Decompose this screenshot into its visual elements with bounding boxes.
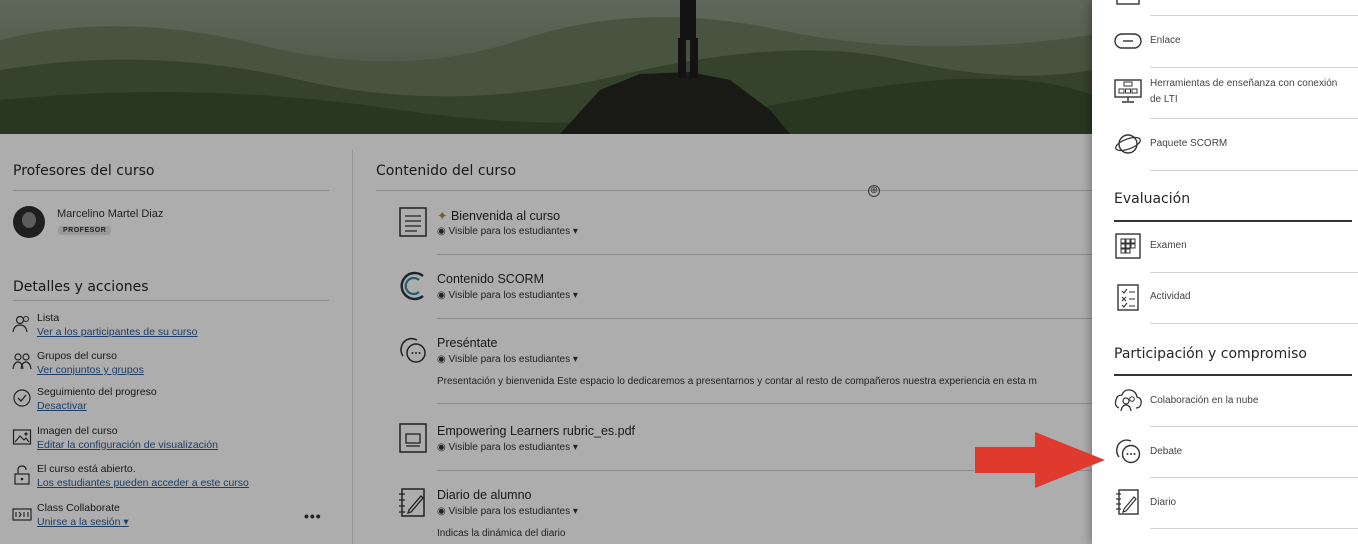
content-item-description: Presentación y bienvenida Este espacio l… <box>437 376 1037 387</box>
avatar[interactable] <box>13 206 45 238</box>
pin-icon: ✦ <box>437 209 448 223</box>
panel-item-label: Actividad <box>1150 291 1191 302</box>
roster-link[interactable]: Ver a los participantes de su curso <box>37 326 198 338</box>
participation-heading: Participación y compromiso <box>1114 346 1307 362</box>
journal-icon <box>399 488 425 517</box>
detail-title: Class Collaborate <box>37 502 120 514</box>
eye-icon: ◉ <box>437 290 446 301</box>
divider <box>13 300 329 301</box>
panel-item-label-line2: de LTI <box>1150 94 1178 105</box>
heading-underline <box>1114 374 1352 376</box>
image-icon <box>12 429 32 445</box>
welcome-title: Bienvenida al curso <box>450 209 561 223</box>
groups-link[interactable]: Ver conjuntos y grupos <box>37 364 144 376</box>
visibility-dropdown[interactable]: ◉ Visible para los estudiantes ▾ <box>437 442 578 453</box>
document-icon <box>399 207 427 237</box>
document-icon <box>1116 0 1140 5</box>
divider <box>1150 477 1358 478</box>
red-arrow-annotation <box>975 432 1105 488</box>
eye-icon: ◉ <box>437 226 446 237</box>
users-icon <box>12 315 29 333</box>
lti-icon <box>1114 79 1142 103</box>
divider <box>376 190 1092 191</box>
cloud-collab-icon <box>1114 389 1142 412</box>
visibility-label: Visible para los estudiantes <box>448 506 571 517</box>
role-badge: PROFESOR <box>58 226 112 235</box>
divider <box>1150 67 1358 68</box>
detail-title: Lista <box>37 312 60 324</box>
eye-icon: ◉ <box>437 354 446 365</box>
add-content-button[interactable]: ⊕ <box>868 185 880 197</box>
panel-item-label: Colaboración en la nube <box>1150 395 1259 406</box>
divider <box>437 318 1117 319</box>
assignment-icon <box>1117 284 1139 311</box>
divider <box>437 403 1117 404</box>
content-item-title[interactable]: Empowering Learners rubric_es.pdf <box>437 424 635 438</box>
image-settings-link[interactable]: Editar la configuración de visualización <box>37 439 218 451</box>
panel-item-label: Examen <box>1150 240 1187 251</box>
exam-icon <box>1115 233 1141 259</box>
link-icon <box>1114 33 1142 49</box>
content-item-title[interactable]: ✦ Bienvenida al curso <box>437 208 560 223</box>
course-banner-image <box>0 0 1092 134</box>
visibility-dropdown[interactable]: ◉ Visible para los estudiantes ▾ <box>437 290 578 301</box>
unlock-icon <box>14 465 30 485</box>
content-item-description: Indicas la dinámica del diario <box>437 528 566 539</box>
heading-underline <box>1114 220 1352 222</box>
visibility-dropdown[interactable]: ◉ Visible para los estudiantes ▾ <box>437 226 578 237</box>
create-item-panel: Enlace Herramientas de enseñanza con con… <box>1092 0 1358 544</box>
divider <box>1150 528 1358 529</box>
panel-item-label: Enlace <box>1150 35 1181 46</box>
join-session-label: Unirse a la sesión <box>37 516 121 528</box>
journal-icon <box>1116 489 1139 515</box>
divider <box>1150 426 1358 427</box>
panel-item-label: Debate <box>1150 446 1183 457</box>
discussion-icon <box>1116 439 1141 464</box>
left-column: Profesores del curso Marcelino Martel Di… <box>0 134 352 544</box>
visibility-label: Visible para los estudiantes <box>448 290 571 301</box>
collaborate-icon <box>12 508 32 521</box>
course-open-link[interactable]: Los estudiantes pueden acceder a este cu… <box>37 477 249 489</box>
divider <box>1150 323 1358 324</box>
visibility-dropdown[interactable]: ◉ Visible para los estudiantes ▾ <box>437 506 578 517</box>
file-icon <box>399 423 427 453</box>
more-options-button[interactable]: ••• <box>304 508 322 524</box>
visibility-dropdown[interactable]: ◉ Visible para los estudiantes ▾ <box>437 354 578 365</box>
detail-title: Seguimiento del progreso <box>37 386 157 398</box>
join-session-link[interactable]: Unirse a la sesión ▾ <box>37 516 129 528</box>
detail-title: El curso está abierto. <box>37 463 136 475</box>
divider <box>437 254 1117 255</box>
eye-icon: ◉ <box>437 442 446 453</box>
panel-item-label: Diario <box>1150 497 1177 508</box>
content-item-title[interactable]: Preséntate <box>437 336 497 350</box>
evaluation-heading: Evaluación <box>1114 191 1191 207</box>
scorm-icon <box>1115 134 1141 154</box>
detail-title: Imagen del curso <box>37 425 118 437</box>
content-item-title[interactable]: Diario de alumno <box>437 488 532 502</box>
divider <box>1150 170 1358 171</box>
divider <box>1150 272 1358 273</box>
visibility-label: Visible para los estudiantes <box>448 442 571 453</box>
detail-title: Grupos del curso <box>37 350 117 362</box>
groups-icon <box>12 353 32 370</box>
panel-item-label: Paquete SCORM <box>1150 138 1228 149</box>
discussion-icon <box>400 337 426 363</box>
panel-item-label: Herramientas de enseñanza con conexión <box>1150 78 1338 89</box>
divider <box>1150 15 1358 16</box>
progress-link[interactable]: Desactivar <box>37 400 87 412</box>
scorm-content-icon <box>400 271 424 301</box>
visibility-label: Visible para los estudiantes <box>448 354 571 365</box>
teacher-name[interactable]: Marcelino Martel Diaz <box>57 208 163 220</box>
content-item-title[interactable]: Contenido SCORM <box>437 272 544 286</box>
visibility-label: Visible para los estudiantes <box>448 226 571 237</box>
eye-icon: ◉ <box>437 506 446 517</box>
divider <box>13 190 329 191</box>
divider <box>1150 118 1358 119</box>
check-circle-icon <box>13 389 31 407</box>
details-title: Detalles y acciones <box>13 279 149 295</box>
course-page: Profesores del curso Marcelino Martel Di… <box>0 0 1358 544</box>
teachers-title: Profesores del curso <box>13 163 155 179</box>
content-title: Contenido del curso <box>376 163 517 179</box>
